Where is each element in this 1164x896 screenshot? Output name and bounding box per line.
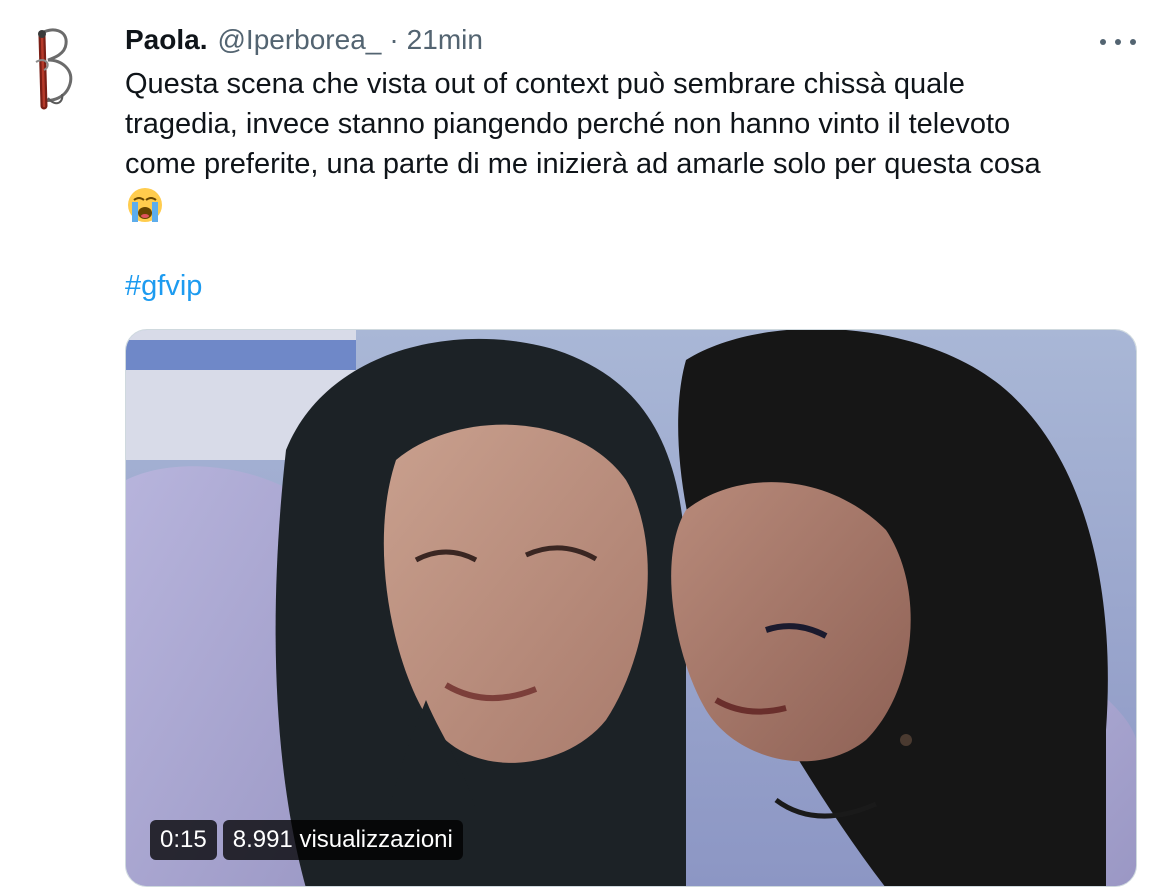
author-handle[interactable]: @Iperborea_ (217, 24, 381, 56)
tweet-text-line: tragedia, invece stanno piangendo perché… (125, 108, 1011, 140)
video-view-count: 8.991 visualizzazioni (222, 820, 463, 860)
more-options-button[interactable] (1100, 28, 1136, 56)
avatar[interactable] (22, 22, 82, 114)
tweet-text: Questa scena che vista out of context pu… (125, 64, 1125, 184)
loudly-crying-face-icon (126, 186, 164, 224)
timestamp[interactable]: 21min (407, 24, 483, 56)
video-info-overlay: 0:15 8.991 visualizzazioni (150, 820, 463, 860)
tweet-text-line: Questa scena che vista out of context pu… (125, 68, 965, 100)
tweet[interactable]: Paola. @Iperborea_ · 21min Questa scena … (0, 0, 1164, 896)
tweet-text-line: come preferite, una parte di me inizierà… (125, 148, 1041, 180)
more-horizontal-icon (1100, 39, 1106, 45)
avatar-image (22, 22, 82, 114)
video-duration: 0:15 (150, 820, 217, 860)
tweet-header: Paola. @Iperborea_ · 21min (125, 24, 483, 58)
hashtag-link[interactable]: #gfvip (125, 266, 202, 306)
video-player[interactable]: 0:15 8.991 visualizzazioni (125, 329, 1137, 887)
separator: · (389, 24, 399, 55)
author-name[interactable]: Paola. (125, 24, 207, 56)
video-frame (126, 330, 1136, 886)
